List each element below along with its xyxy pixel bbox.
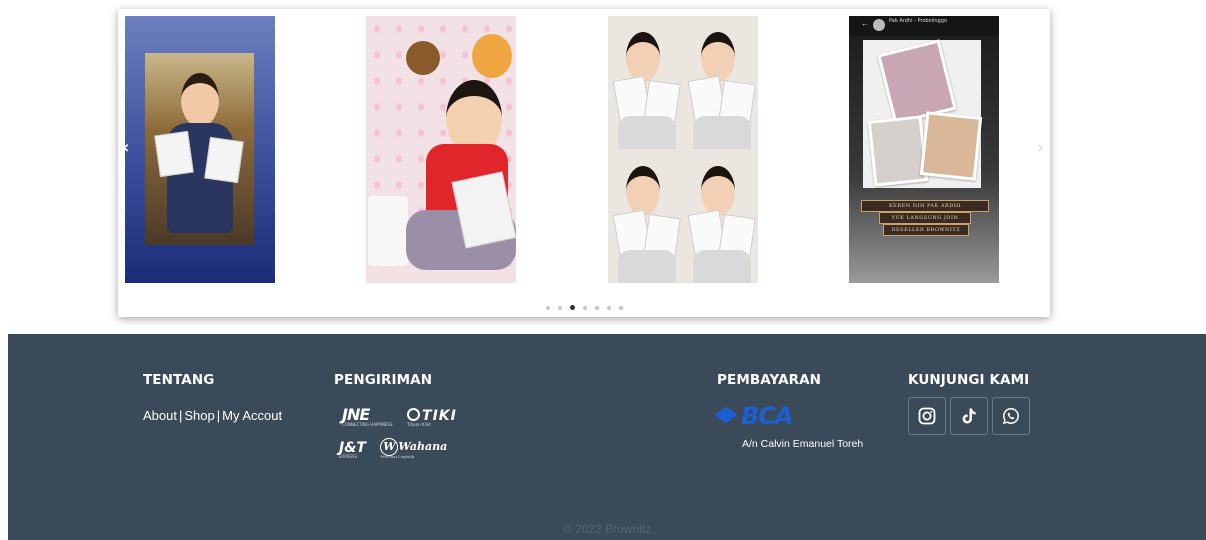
carousel-dot-6[interactable] <box>606 305 611 310</box>
site-footer: TENTANG About | Shop | My Accout PENGIRIMAN … <box>8 334 1206 540</box>
footer-links: About | Shop | My Accout <box>143 408 283 423</box>
footer-column-kunjungi-kami: KUNJUNGI KAMI <box>908 372 1030 435</box>
footer-column-pembayaran: PEMBAYARAN BCA A/n Calvin Emanuel Toreh <box>714 372 863 450</box>
carousel-slide-3[interactable] <box>608 16 758 283</box>
carousel-slide-1[interactable] <box>125 16 275 283</box>
carousel-dot-3[interactable] <box>569 305 575 310</box>
carousel-pagination <box>118 305 1050 310</box>
account-holder-name: A/n Calvin Emanuel Toreh <box>742 438 864 450</box>
footer-column-tentang: TENTANG About | Shop | My Accout <box>143 372 282 423</box>
story-banner-line-1: KEREN NIH PAK ARDHI <box>861 200 989 212</box>
story-banner-line-2: YUK LANGSUNG JOIN <box>879 212 971 224</box>
tiktok-icon <box>962 408 976 424</box>
footer-link-shop[interactable]: Shop <box>184 408 214 423</box>
photo-girl-trophy <box>145 53 254 245</box>
instagram-button[interactable] <box>908 397 946 435</box>
wahana-logo: W Wahana Prestasi Logistik <box>380 438 448 459</box>
carousel-next-button[interactable]: › <box>1037 139 1044 157</box>
back-arrow-icon: ← <box>861 19 869 28</box>
footer-column-pengiriman: PENGIRIMAN JNE CONNECTING HAPPINESS TIKI T… <box>334 372 456 459</box>
carousel-dot-1[interactable] <box>545 305 550 310</box>
footer-link-about[interactable]: About <box>143 408 177 423</box>
instagram-icon <box>918 407 936 425</box>
testimonial-carousel: ← Pak Ardhi - Probolinggo KEREN NIH PAK … <box>118 9 1050 317</box>
footer-heading-kunjungi-kami: KUNJUNGI KAMI <box>908 372 1030 388</box>
carousel-slide-4[interactable]: ← Pak Ardhi - Probolinggo KEREN NIH PAK … <box>849 16 999 283</box>
footer-link-my-account[interactable]: My Accout <box>222 408 282 423</box>
carousel-dot-2[interactable] <box>557 305 562 310</box>
bca-logo: BCA <box>714 402 793 430</box>
footer-heading-pengiriman: PENGIRIMAN <box>334 372 433 388</box>
tiki-logo: TIKI Titipan Kilat <box>407 408 457 427</box>
whatsapp-icon <box>1002 408 1019 425</box>
carousel-slide-2[interactable] <box>366 16 516 283</box>
footer-heading-pembayaran: PEMBAYARAN <box>717 372 822 388</box>
copyright-text: © 2022 Brownitz <box>562 522 652 536</box>
story-header-name: Pak Ardhi - Probolinggo <box>889 18 947 24</box>
footer-heading-tentang: TENTANG <box>143 372 215 388</box>
carousel-dot-4[interactable] <box>582 305 587 310</box>
carousel-dot-7[interactable] <box>618 305 623 310</box>
avatar <box>873 19 885 31</box>
whatsapp-button[interactable] <box>992 397 1030 435</box>
story-banner-line-3: RESELLER BROWNITZ <box>883 224 969 236</box>
jne-logo: JNE CONNECTING HAPPINESS <box>342 405 393 427</box>
jt-express-logo: J&T EXPRESS <box>339 440 366 459</box>
carousel-dot-5[interactable] <box>594 305 599 310</box>
tiktok-button[interactable] <box>950 397 988 435</box>
carousel-prev-button[interactable]: ‹ <box>122 139 129 157</box>
